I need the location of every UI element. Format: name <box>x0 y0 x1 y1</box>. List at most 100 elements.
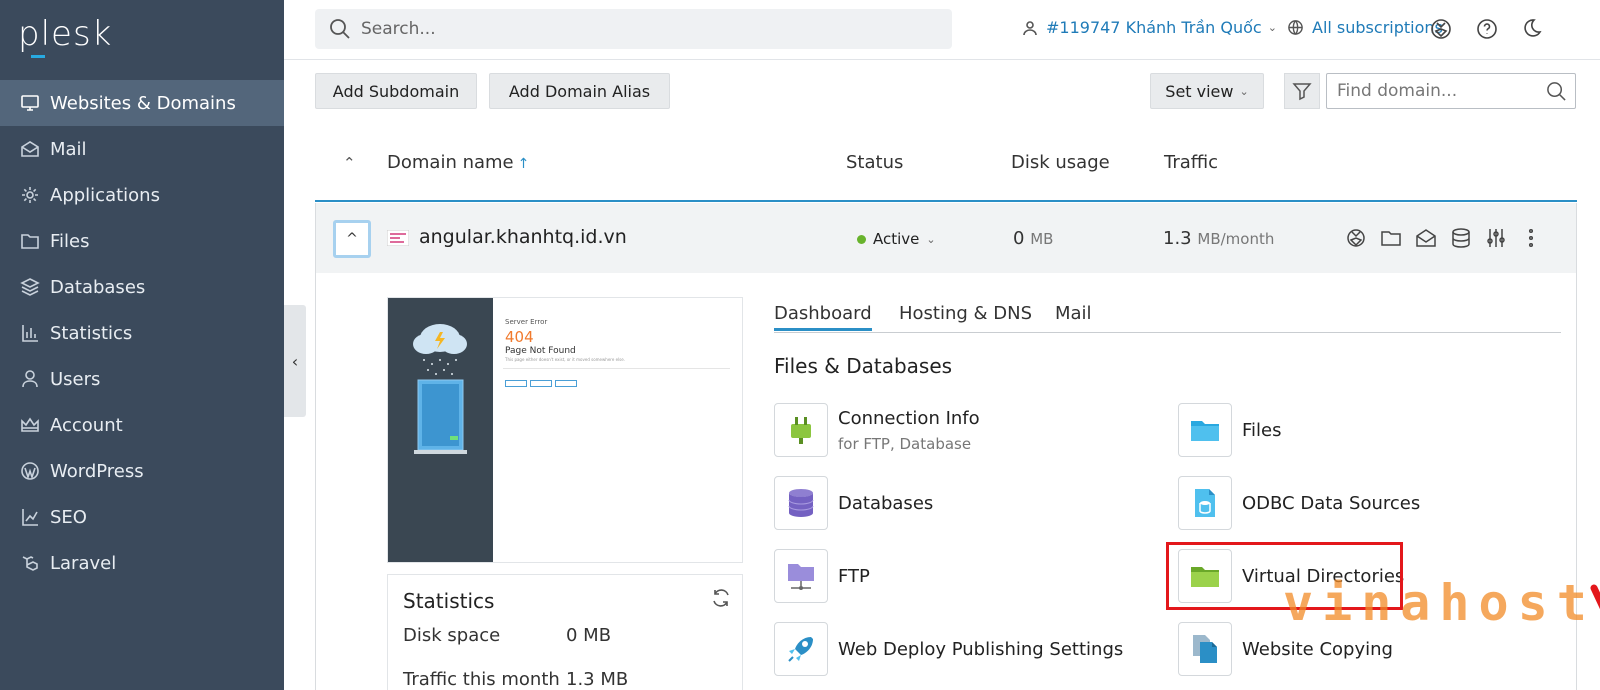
stat-traffic-value: 1.3 MB <box>566 669 629 690</box>
tab-mail[interactable]: Mail <box>1055 303 1092 324</box>
disk-number: 0 <box>1013 228 1025 249</box>
dark-mode-icon[interactable] <box>1519 17 1543 41</box>
sidebar-item-users[interactable]: Users <box>0 356 284 402</box>
open-in-browser-icon[interactable] <box>1345 227 1367 249</box>
tool-ftp[interactable]: FTP <box>774 549 870 603</box>
search-input[interactable] <box>361 19 921 39</box>
section-title: Files & Databases <box>774 354 953 378</box>
sidebar-item-files[interactable]: Files <box>0 218 284 264</box>
settings-sliders-icon[interactable] <box>1485 227 1507 249</box>
add-subdomain-button[interactable]: Add Subdomain <box>315 73 477 109</box>
sidebar-item-websites-domains[interactable]: Websites & Domains <box>0 80 284 126</box>
tool-files[interactable]: Files <box>1178 403 1282 457</box>
tool-databases[interactable]: Databases <box>774 476 933 530</box>
folder-icon <box>20 231 40 251</box>
status-label: Active <box>873 230 920 248</box>
sidebar-item-wordpress[interactable]: WordPress <box>0 448 284 494</box>
sidebar-item-label: Users <box>50 368 101 390</box>
domain-table-header: ⌃ Domain name ↑ Status Disk usage Traffic <box>315 140 1577 202</box>
help-icon[interactable] <box>1475 17 1499 41</box>
add-domain-alias-button[interactable]: Add Domain Alias <box>489 73 670 109</box>
sidebar-item-label: Statistics <box>50 322 133 344</box>
tool-name: Files <box>1242 419 1282 441</box>
tool-web-deploy[interactable]: Web Deploy Publishing Settings <box>774 622 1123 676</box>
preview-buttons <box>505 380 577 387</box>
domain-tabs: Dashboard Hosting & DNS Mail <box>774 300 1561 333</box>
chevron-up-icon: ^ <box>346 231 358 247</box>
topbar: #119747 Khánh Trần Quốc ⌄ All subscripti… <box>284 0 1600 60</box>
tool-text: Web Deploy Publishing Settings <box>838 639 1123 660</box>
tool-text: FTP <box>838 566 870 587</box>
odbc-icon <box>1178 476 1232 530</box>
filter-button[interactable] <box>1284 73 1320 109</box>
seo-icon <box>20 507 40 527</box>
layers-icon <box>20 277 40 297</box>
plug-icon <box>774 403 828 457</box>
global-search[interactable] <box>315 9 952 49</box>
traffic-value: 1.3 MB/month <box>1163 228 1274 249</box>
column-traffic[interactable]: Traffic <box>1164 152 1218 173</box>
domain-name-link[interactable]: angular.khanhtq.id.vn <box>419 226 627 248</box>
search-icon[interactable] <box>1546 81 1567 102</box>
cloud-server-icon <box>413 324 467 454</box>
find-domain-field[interactable] <box>1326 73 1576 109</box>
laravel-icon <box>20 553 40 573</box>
column-domain-name[interactable]: Domain name ↑ <box>387 152 529 173</box>
table-row: ^ angular.khanhtq.id.vn Active ⌄ 0 MB 1.… <box>315 203 1577 273</box>
disk-unit: MB <box>1030 230 1054 248</box>
sidebar-item-label: Laravel <box>50 552 117 574</box>
community-icon[interactable] <box>1429 17 1453 41</box>
stat-disk-value: 0 MB <box>566 625 612 646</box>
tool-connection-info[interactable]: Connection Info for FTP, Database <box>774 403 980 457</box>
user-label: #119747 Khánh Trần Quốc <box>1046 18 1262 37</box>
collapse-all-icon[interactable]: ⌃ <box>343 154 356 172</box>
gear-icon <box>20 185 40 205</box>
sidebar-item-label: Files <box>50 230 90 252</box>
file-manager-icon[interactable] <box>1380 227 1402 249</box>
sidebar-item-label: Databases <box>50 276 146 298</box>
find-domain-input[interactable] <box>1337 81 1537 101</box>
collapse-row-button[interactable]: ^ <box>333 220 371 258</box>
status-dropdown[interactable]: Active ⌄ <box>857 230 936 248</box>
search-icon <box>330 19 350 39</box>
tab-hosting-dns[interactable]: Hosting & DNS <box>899 303 1032 324</box>
preview-divider <box>503 368 730 369</box>
chevron-down-icon: ⌄ <box>1267 21 1277 34</box>
plesk-logo[interactable]: plesk <box>18 14 112 54</box>
chevron-down-icon: ⌄ <box>1239 84 1249 98</box>
mail-icon[interactable] <box>1415 227 1437 249</box>
tool-name: Website Copying <box>1242 638 1393 660</box>
tab-dashboard[interactable]: Dashboard <box>774 303 872 331</box>
statistics-card: Statistics Disk space 0 MB Traffic this … <box>387 574 743 690</box>
tool-subtitle: for FTP, Database <box>838 434 972 453</box>
tool-name: FTP <box>838 565 870 587</box>
set-view-button[interactable]: Set view ⌄ <box>1150 73 1264 109</box>
rocket-icon <box>774 622 828 676</box>
more-options-icon[interactable] <box>1520 227 1542 249</box>
user-menu[interactable]: #119747 Khánh Trần Quốc ⌄ <box>1022 18 1277 37</box>
subscriptions-menu[interactable]: All subscriptions <box>1287 18 1443 37</box>
preview-heading: Page Not Found <box>505 346 576 356</box>
sidebar-item-laravel[interactable]: Laravel <box>0 540 284 586</box>
sidebar-item-label: WordPress <box>50 460 144 482</box>
sidebar-nav: Websites & Domains Mail Applications Fil… <box>0 80 284 586</box>
sidebar-item-applications[interactable]: Applications <box>0 172 284 218</box>
tool-text: ODBC Data Sources <box>1242 493 1420 514</box>
column-status[interactable]: Status <box>846 152 903 173</box>
ftp-icon <box>774 549 828 603</box>
wordpress-icon <box>20 461 40 481</box>
statistics-title: Statistics <box>403 589 495 613</box>
refresh-icon[interactable] <box>710 587 732 609</box>
site-preview-thumbnail[interactable]: Server Error 404 Page Not Found This pag… <box>387 297 743 563</box>
tool-name: ODBC Data Sources <box>1242 492 1421 514</box>
sidebar-item-databases[interactable]: Databases <box>0 264 284 310</box>
sidebar-item-mail[interactable]: Mail <box>0 126 284 172</box>
sidebar-item-account[interactable]: Account <box>0 402 284 448</box>
tool-odbc-data-sources[interactable]: ODBC Data Sources <box>1178 476 1420 530</box>
column-disk-usage[interactable]: Disk usage <box>1011 152 1110 173</box>
sidebar-item-statistics[interactable]: Statistics <box>0 310 284 356</box>
sidebar-collapse-handle[interactable]: ‹ <box>284 305 306 417</box>
database-icon[interactable] <box>1450 227 1472 249</box>
globe-icon <box>1288 20 1303 35</box>
sidebar-item-seo[interactable]: SEO <box>0 494 284 540</box>
